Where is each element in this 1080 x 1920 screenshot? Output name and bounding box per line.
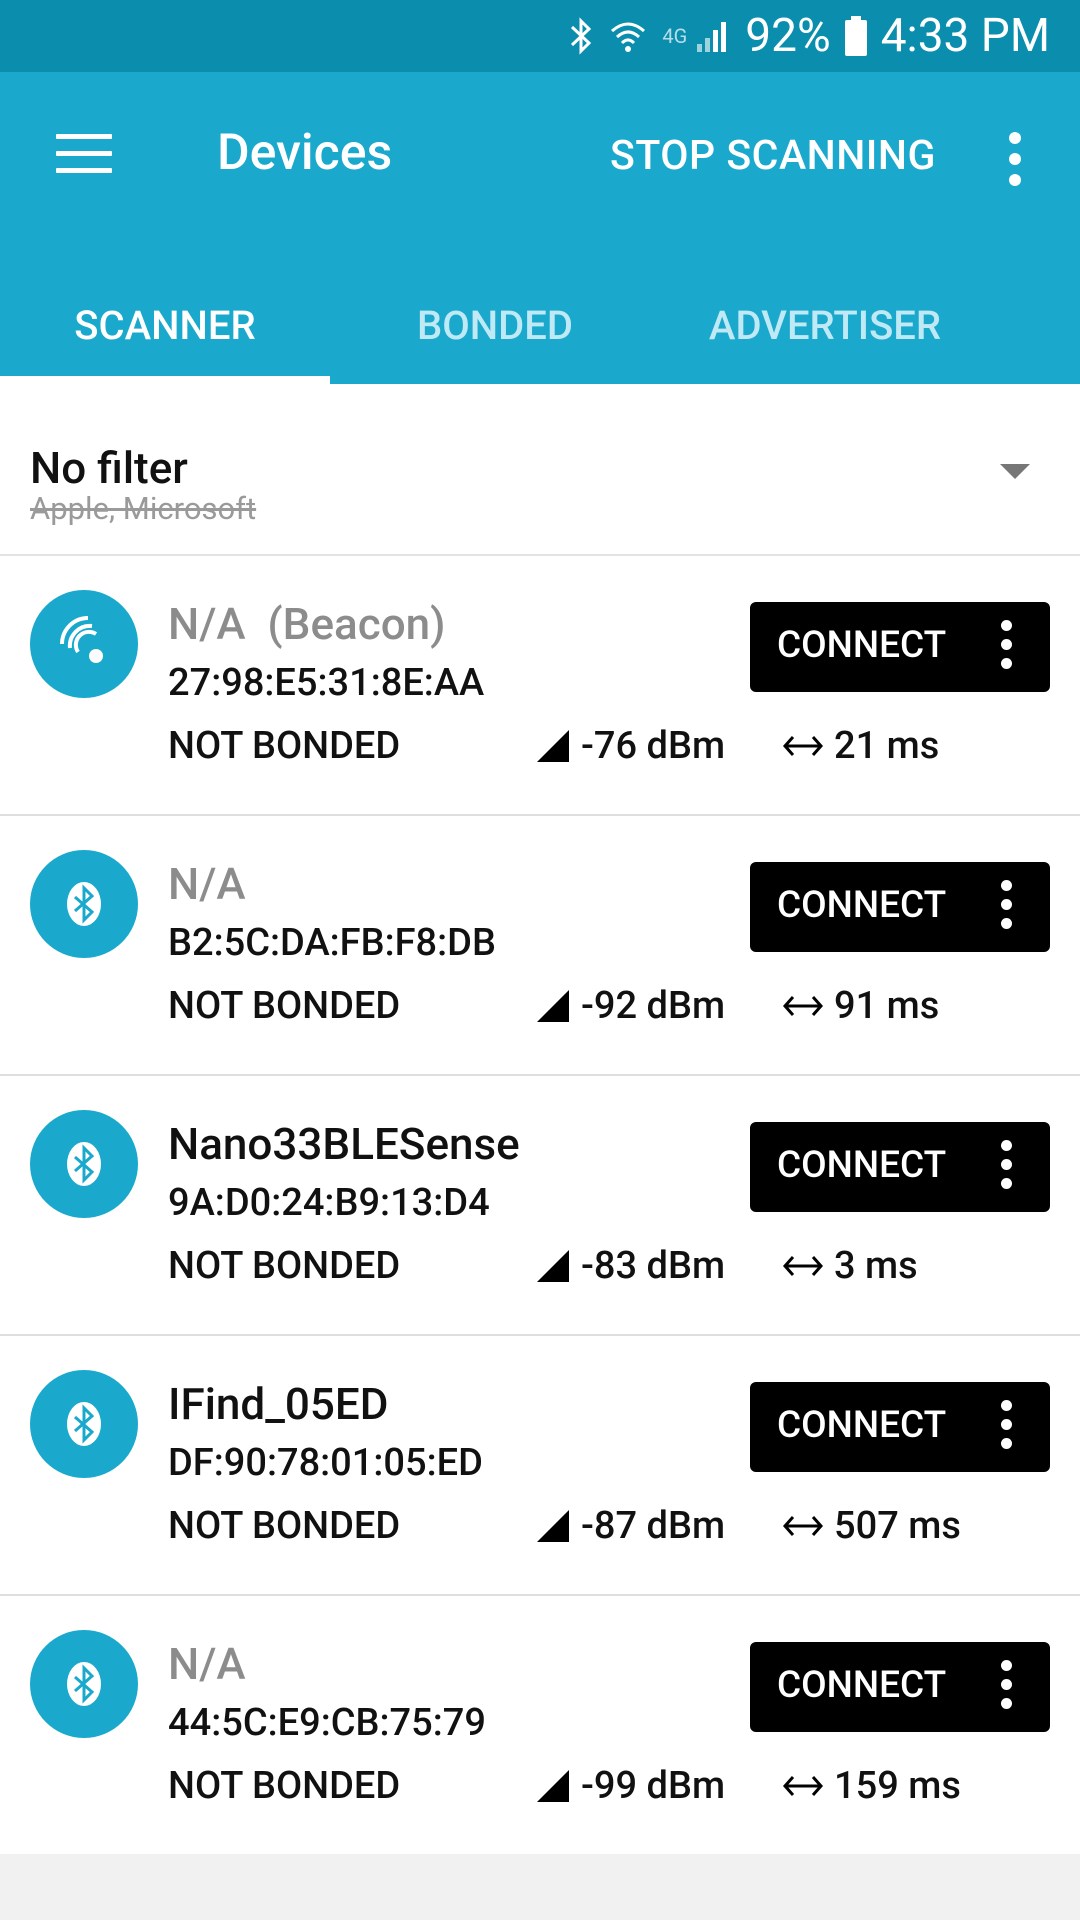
interval-arrows-icon bbox=[782, 1516, 824, 1536]
signal-strength-icon bbox=[537, 730, 569, 762]
interval-readout: 21 ms bbox=[782, 724, 939, 768]
interval-arrows-icon bbox=[782, 736, 824, 756]
chevron-down-icon bbox=[1000, 464, 1030, 479]
filter-title: No filter bbox=[30, 442, 188, 494]
interval-arrows-icon bbox=[782, 996, 824, 1016]
battery-icon bbox=[844, 16, 867, 56]
device-name: IFind_05ED bbox=[168, 1378, 389, 1430]
connect-label: CONNECT bbox=[777, 884, 947, 927]
wifi-icon bbox=[608, 17, 648, 55]
clock: 4:33 PM bbox=[880, 9, 1050, 63]
signal-strength-icon bbox=[537, 990, 569, 1022]
signal-strength-icon bbox=[537, 1770, 569, 1802]
interval-value: 21 ms bbox=[834, 724, 940, 768]
interval-readout: 507 ms bbox=[782, 1504, 961, 1548]
device-address: 9A:D0:24:B9:13:D4 bbox=[168, 1181, 490, 1225]
connect-label: CONNECT bbox=[777, 624, 947, 667]
list-item[interactable]: IFind_05ED DF:90:78:01:05:ED NOT BONDED … bbox=[0, 1336, 1080, 1596]
status-bar: 4G 92% 4:33 PM bbox=[0, 0, 1080, 72]
device-name: N/A (Beacon) bbox=[168, 598, 446, 650]
device-menu-icon[interactable] bbox=[996, 620, 1016, 674]
device-name: Nano33BLESense bbox=[168, 1118, 520, 1170]
connect-button[interactable]: CONNECT bbox=[750, 1382, 1050, 1472]
list-item[interactable]: N/A 44:5C:E9:CB:75:79 NOT BONDED -99 dBm… bbox=[0, 1596, 1080, 1856]
bluetooth-icon bbox=[30, 1630, 138, 1738]
beacon-icon bbox=[30, 590, 138, 698]
connect-button[interactable]: CONNECT bbox=[750, 602, 1050, 692]
list-item[interactable]: N/A (Beacon) 27:98:E5:31:8E:AA NOT BONDE… bbox=[0, 556, 1080, 816]
interval-readout: 91 ms bbox=[782, 984, 939, 1028]
app-bar: Devices STOP SCANNING SCANNER BONDED ADV… bbox=[0, 72, 1080, 384]
bond-state: NOT BONDED bbox=[168, 1244, 401, 1288]
device-menu-icon[interactable] bbox=[996, 1140, 1016, 1194]
interval-value: 91 ms bbox=[834, 984, 940, 1028]
bond-state: NOT BONDED bbox=[168, 1504, 401, 1548]
interval-arrows-icon bbox=[782, 1256, 824, 1276]
signal-strength-icon bbox=[537, 1250, 569, 1282]
signal-strength-icon bbox=[537, 1510, 569, 1542]
bluetooth-icon bbox=[30, 850, 138, 958]
stop-scanning-button[interactable]: STOP SCANNING bbox=[610, 132, 936, 180]
list-footer bbox=[0, 1854, 1080, 1920]
list-item[interactable]: N/A B2:5C:DA:FB:F8:DB NOT BONDED -92 dBm… bbox=[0, 816, 1080, 1076]
tab-bar: SCANNER BONDED ADVERTISER bbox=[0, 268, 1080, 384]
connect-button[interactable]: CONNECT bbox=[750, 1122, 1050, 1212]
rssi-value: -87 dBm bbox=[581, 1504, 726, 1548]
device-list: N/A (Beacon) 27:98:E5:31:8E:AA NOT BONDE… bbox=[0, 556, 1080, 1856]
device-menu-icon[interactable] bbox=[996, 1400, 1016, 1454]
connect-label: CONNECT bbox=[777, 1664, 947, 1707]
device-address: 27:98:E5:31:8E:AA bbox=[168, 661, 485, 705]
connect-label: CONNECT bbox=[777, 1144, 947, 1187]
tab-bonded[interactable]: BONDED bbox=[330, 268, 660, 384]
rssi-readout: -87 dBm bbox=[535, 1504, 725, 1548]
bond-state: NOT BONDED bbox=[168, 724, 401, 768]
device-menu-icon[interactable] bbox=[996, 880, 1016, 934]
menu-icon[interactable] bbox=[56, 134, 112, 174]
device-menu-icon[interactable] bbox=[996, 1660, 1016, 1714]
bluetooth-icon bbox=[30, 1370, 138, 1478]
interval-value: 507 ms bbox=[834, 1504, 961, 1548]
tab-advertiser[interactable]: ADVERTISER bbox=[660, 268, 990, 384]
rssi-value: -92 dBm bbox=[581, 984, 726, 1028]
filter-dropdown[interactable]: No filter Apple, Microsoft bbox=[0, 384, 1080, 556]
interval-readout: 159 ms bbox=[782, 1764, 961, 1808]
interval-readout: 3 ms bbox=[782, 1244, 918, 1288]
battery-percent: 92% bbox=[745, 9, 831, 63]
interval-value: 159 ms bbox=[834, 1764, 961, 1808]
rssi-value: -76 dBm bbox=[581, 724, 726, 768]
overflow-menu-icon[interactable] bbox=[1000, 132, 1030, 192]
bond-state: NOT BONDED bbox=[168, 984, 401, 1028]
device-address: 44:5C:E9:CB:75:79 bbox=[168, 1701, 486, 1745]
device-address: B2:5C:DA:FB:F8:DB bbox=[168, 921, 496, 965]
rssi-value: -83 dBm bbox=[581, 1244, 726, 1288]
interval-value: 3 ms bbox=[834, 1244, 918, 1288]
filter-subtitle: Apple, Microsoft bbox=[30, 490, 257, 527]
connect-label: CONNECT bbox=[777, 1404, 947, 1447]
interval-arrows-icon bbox=[782, 1776, 824, 1796]
device-name: N/A bbox=[168, 1638, 246, 1690]
device-name: N/A bbox=[168, 858, 246, 910]
signal-icon bbox=[695, 18, 731, 54]
bond-state: NOT BONDED bbox=[168, 1764, 401, 1808]
connect-button[interactable]: CONNECT bbox=[750, 1642, 1050, 1732]
rssi-value: -99 dBm bbox=[581, 1764, 726, 1808]
tab-scanner[interactable]: SCANNER bbox=[0, 268, 330, 384]
connect-button[interactable]: CONNECT bbox=[750, 862, 1050, 952]
rssi-readout: -83 dBm bbox=[535, 1244, 725, 1288]
rssi-readout: -76 dBm bbox=[535, 724, 725, 768]
bluetooth-icon bbox=[30, 1110, 138, 1218]
network-type-label: 4G bbox=[662, 24, 688, 48]
rssi-readout: -92 dBm bbox=[535, 984, 725, 1028]
bluetooth-icon bbox=[568, 16, 594, 56]
device-address: DF:90:78:01:05:ED bbox=[168, 1441, 483, 1485]
rssi-readout: -99 dBm bbox=[535, 1764, 725, 1808]
list-item[interactable]: Nano33BLESense 9A:D0:24:B9:13:D4 NOT BON… bbox=[0, 1076, 1080, 1336]
page-title: Devices bbox=[217, 124, 393, 182]
